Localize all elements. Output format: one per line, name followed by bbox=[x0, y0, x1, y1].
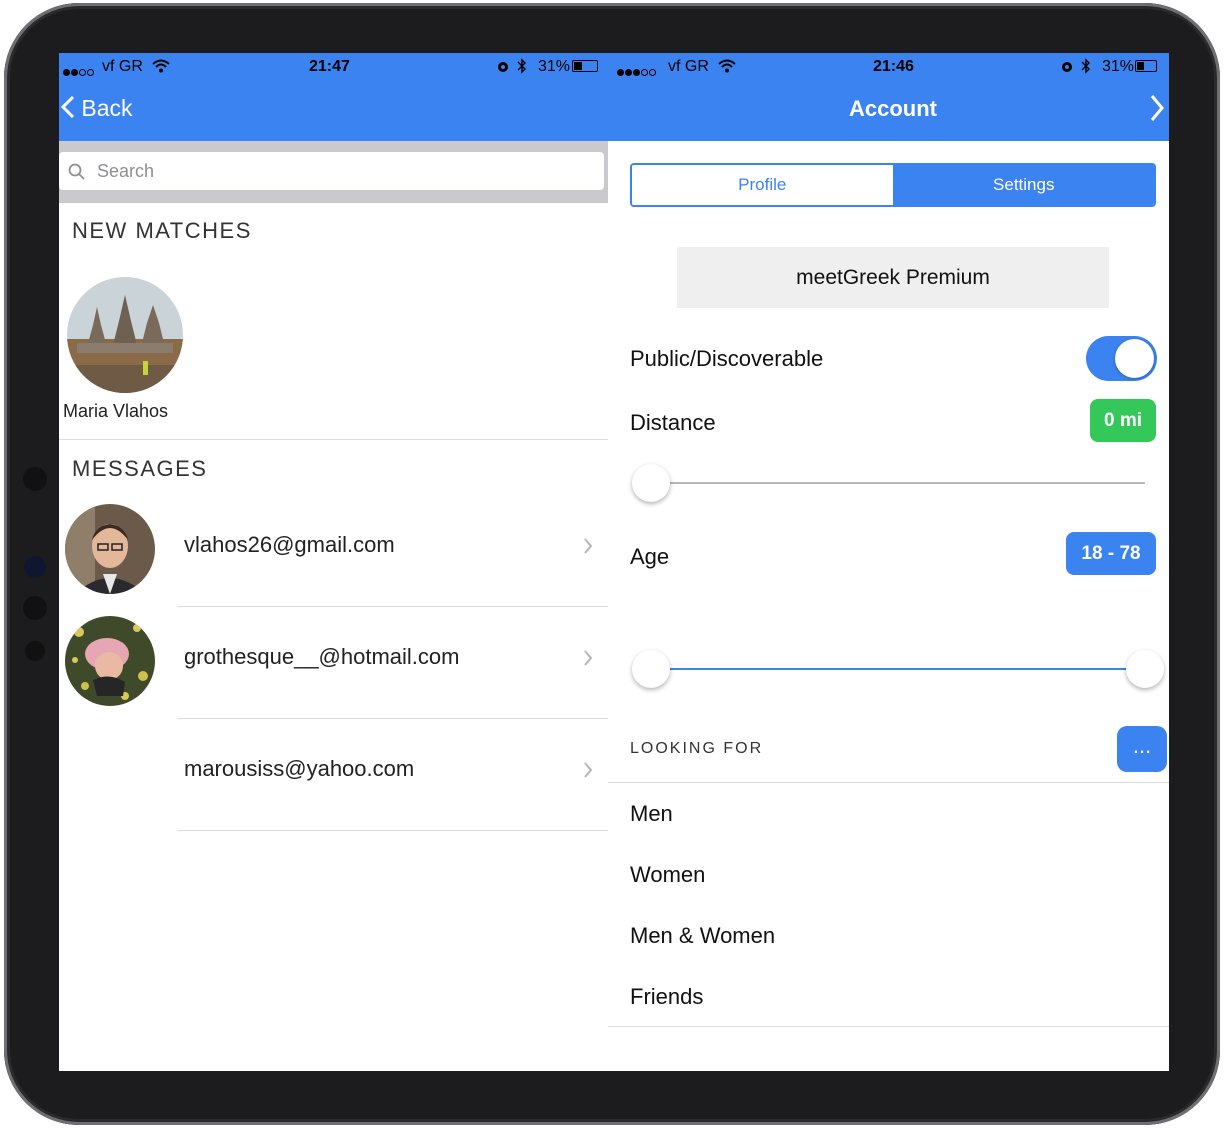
screen: vf GR 21:47 31% vf GR 21:46 31% Back Acc… bbox=[59, 53, 1169, 1071]
message-row[interactable]: grothesque__@hotmail.com bbox=[59, 607, 608, 719]
distance-slider-track[interactable] bbox=[648, 482, 1145, 484]
message-email: vlahos26@gmail.com bbox=[184, 532, 395, 557]
search-box[interactable] bbox=[59, 152, 604, 190]
option-women[interactable]: Women bbox=[630, 862, 705, 888]
age-label: Age bbox=[630, 544, 670, 569]
account-pane: Profile Settings meetGreek Premium Publi… bbox=[608, 141, 1169, 1071]
chevron-right-icon bbox=[584, 538, 593, 554]
page-title: Account bbox=[849, 96, 937, 121]
distance-badge: 0 mi bbox=[1090, 399, 1156, 442]
status-time: 21:47 bbox=[309, 58, 350, 75]
discoverable-toggle[interactable] bbox=[1086, 336, 1157, 381]
divider bbox=[59, 439, 608, 440]
alarm-icon bbox=[498, 62, 508, 72]
age-slider-min-thumb[interactable] bbox=[632, 650, 670, 688]
back-button[interactable]: Back bbox=[60, 95, 133, 122]
side-sensor bbox=[25, 641, 45, 661]
tab-profile[interactable]: Profile bbox=[632, 165, 894, 205]
chevron-left-icon bbox=[60, 95, 75, 119]
battery-icon bbox=[572, 60, 598, 72]
carrier-label: vf GR bbox=[668, 58, 709, 75]
more-button[interactable]: ... bbox=[1117, 726, 1167, 772]
avatar bbox=[65, 504, 155, 594]
segmented-control: Profile Settings bbox=[630, 163, 1156, 207]
side-camera bbox=[24, 556, 46, 578]
premium-button[interactable]: meetGreek Premium bbox=[677, 247, 1109, 308]
new-matches-heading: NEW MATCHES bbox=[72, 218, 252, 243]
tab-settings[interactable]: Settings bbox=[893, 165, 1154, 205]
divider bbox=[177, 830, 608, 831]
carrier-label: vf GR bbox=[102, 58, 143, 75]
wifi-icon bbox=[152, 59, 170, 73]
side-sensor bbox=[23, 467, 47, 491]
option-men-women[interactable]: Men & Women bbox=[630, 923, 775, 949]
battery-percent: 31% bbox=[538, 58, 571, 75]
match-avatar[interactable] bbox=[67, 277, 183, 393]
status-bar-left: vf GR 21:47 31% bbox=[59, 58, 608, 76]
looking-for-heading: LOOKING FOR bbox=[630, 740, 764, 757]
divider bbox=[608, 1026, 1169, 1027]
age-slider-max-thumb[interactable] bbox=[1126, 650, 1164, 688]
status-time: 21:46 bbox=[873, 58, 914, 75]
avatar bbox=[65, 616, 155, 706]
option-men[interactable]: Men bbox=[630, 801, 673, 827]
signal-icon bbox=[617, 63, 657, 81]
wifi-icon bbox=[718, 59, 736, 73]
avatar bbox=[65, 728, 155, 818]
message-row[interactable]: marousiss@yahoo.com bbox=[59, 719, 608, 831]
search-icon bbox=[68, 163, 85, 180]
chevron-right-icon bbox=[584, 762, 593, 778]
status-bar-right: vf GR 21:46 31% bbox=[615, 58, 1169, 76]
discoverable-label: Public/Discoverable bbox=[630, 346, 824, 371]
match-name: Maria Vlahos bbox=[63, 401, 169, 421]
signal-icon bbox=[63, 63, 95, 81]
forward-button[interactable] bbox=[1149, 93, 1165, 128]
option-friends[interactable]: Friends bbox=[630, 984, 703, 1010]
back-label: Back bbox=[81, 95, 133, 121]
age-badge: 18 - 78 bbox=[1066, 532, 1156, 575]
message-email: marousiss@yahoo.com bbox=[184, 756, 415, 781]
distance-label: Distance bbox=[630, 410, 716, 435]
age-slider-track[interactable] bbox=[648, 668, 1145, 670]
search-bar bbox=[59, 141, 608, 203]
battery-icon bbox=[1135, 60, 1157, 72]
matches-pane: NEW MATCHES Maria Vlahos MESSAGES bbox=[59, 141, 608, 1071]
alarm-icon bbox=[1062, 62, 1072, 72]
message-row[interactable]: vlahos26@gmail.com bbox=[59, 495, 608, 607]
chevron-right-icon bbox=[584, 650, 593, 666]
chevron-right-icon bbox=[1150, 95, 1164, 121]
bluetooth-icon bbox=[517, 58, 526, 74]
messages-heading: MESSAGES bbox=[72, 456, 208, 481]
bluetooth-icon bbox=[1081, 58, 1090, 74]
battery-percent: 31% bbox=[1102, 58, 1135, 75]
distance-slider-thumb[interactable] bbox=[632, 464, 670, 502]
message-email: grothesque__@hotmail.com bbox=[184, 644, 460, 669]
side-sensor bbox=[23, 596, 47, 620]
search-input[interactable] bbox=[95, 160, 579, 183]
divider bbox=[608, 782, 1169, 783]
navigation-bar: vf GR 21:47 31% vf GR 21:46 31% Back Acc… bbox=[59, 53, 1169, 141]
